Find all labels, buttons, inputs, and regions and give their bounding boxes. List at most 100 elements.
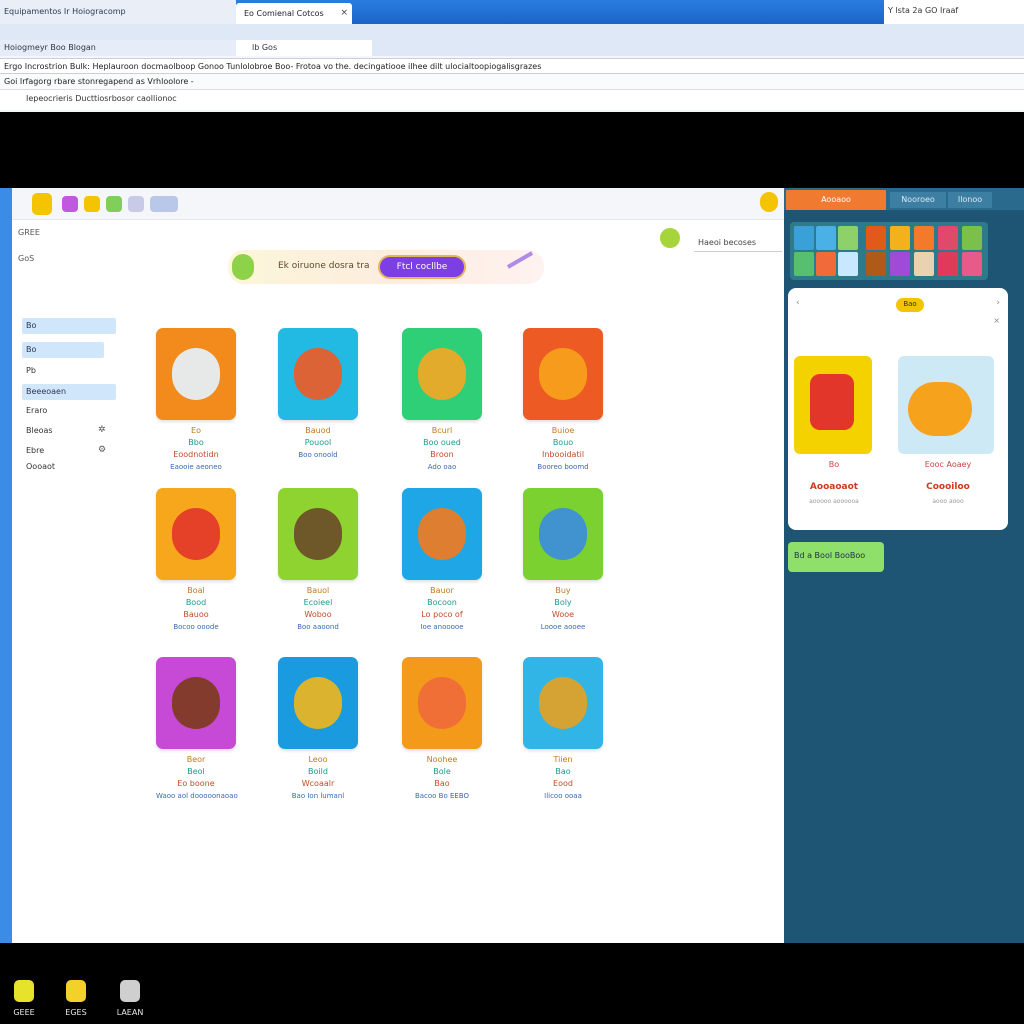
close-tab-icon[interactable]: × — [340, 8, 348, 18]
settings-icon[interactable]: ⚙ — [98, 445, 106, 455]
game-thumbnail[interactable] — [156, 657, 236, 749]
product-1-name[interactable]: Aooaoaot — [794, 482, 874, 492]
thumbnail[interactable] — [890, 252, 910, 276]
cloud-icon[interactable] — [128, 196, 144, 212]
box-icon — [810, 374, 854, 430]
sidebar-item-4[interactable]: Bleoas — [26, 426, 53, 435]
card-text-l1: Beor — [186, 755, 206, 764]
game-card[interactable]: Leoo Boild Wcoaalr Bao Ion lumanl — [278, 657, 358, 802]
product-image-1[interactable] — [794, 356, 872, 454]
app-icon — [66, 980, 86, 1002]
next-arrow-icon[interactable]: › — [996, 298, 1000, 308]
thumbnail[interactable] — [938, 252, 958, 276]
sidebar-top-2[interactable]: GoS — [18, 254, 34, 263]
thumbnail[interactable] — [914, 226, 934, 250]
card-text-l2: Pouool — [304, 438, 332, 447]
sidebar-item-1[interactable]: Pb — [26, 366, 36, 375]
card-text-l2: Bocoon — [427, 598, 457, 607]
game-thumbnail[interactable] — [156, 488, 236, 580]
sidebar: GREE GoS Bo Bo Pb Beeeoaen Eraro Bleoas … — [12, 220, 116, 943]
game-thumbnail[interactable] — [278, 488, 358, 580]
thumbnail[interactable] — [794, 226, 814, 250]
app-logo-icon[interactable] — [32, 193, 52, 215]
thumbnail[interactable] — [914, 252, 934, 276]
active-tab[interactable]: Eo Comienal Cotcos × — [236, 3, 352, 24]
breadcrumb[interactable]: Iepeocrieris Ducttiosrbosor caollionoc — [0, 90, 1024, 110]
app-header — [12, 188, 784, 220]
taskbar-item-2[interactable]: EGES — [56, 980, 96, 1017]
card-text-l2: Ecoieel — [303, 598, 333, 607]
sidebar-item-6[interactable]: Oooaot — [26, 462, 55, 471]
product-2-sub: aooo aooo — [932, 498, 964, 505]
game-thumbnail[interactable] — [523, 328, 603, 420]
leaf-icon[interactable] — [106, 196, 122, 212]
game-card[interactable]: Bauor Bocoon Lo poco of Ioe anooooe — [402, 488, 482, 633]
game-card[interactable]: Buy Boly Wooe Loooe aooee — [523, 488, 603, 633]
sidebar-item-5[interactable]: Ebre — [26, 446, 44, 455]
toolbar-strip-secondary[interactable]: lb Gos — [236, 40, 372, 56]
bookmark-strip[interactable]: Equipamentos Ir Hoiogracomp — [0, 0, 236, 24]
thumbnail[interactable] — [866, 252, 886, 276]
address-bar[interactable]: Ergo Incrostrion Bulk: Heplauroon docmao… — [0, 58, 1024, 74]
card-text-l3: Inbooidatil — [541, 450, 585, 459]
game-card[interactable]: Bcurl Boo oued Broon Ado oao — [402, 328, 482, 473]
taskbar-item-1[interactable]: GEEE — [4, 980, 44, 1017]
game-thumbnail[interactable] — [523, 657, 603, 749]
character-art-icon — [294, 677, 342, 729]
window-status: Y lsta 2a GO Iraaf — [884, 0, 1024, 24]
product-image-2[interactable] — [898, 356, 994, 454]
add-button[interactable]: Bd a Bool BooBoo — [788, 542, 884, 572]
product-1-label: Bo — [828, 460, 840, 469]
card-text-l3: Eo boone — [177, 779, 215, 788]
game-thumbnail[interactable] — [402, 328, 482, 420]
character-art-icon — [294, 348, 342, 400]
car-icon[interactable] — [150, 196, 178, 212]
profile-icon[interactable] — [760, 192, 778, 212]
card-text-l3: Bao — [434, 779, 450, 788]
thumbnail[interactable] — [838, 226, 858, 250]
thumbnail[interactable] — [816, 252, 836, 276]
banner-button[interactable]: Ftcl cocllbe — [378, 255, 466, 279]
thumbnail[interactable] — [838, 252, 858, 276]
character-icon[interactable] — [62, 196, 78, 212]
thumbnail[interactable] — [938, 226, 958, 250]
game-thumbnail[interactable] — [523, 488, 603, 580]
product-2-name[interactable]: Coooiloo — [898, 482, 998, 492]
thumbnail[interactable] — [962, 252, 982, 276]
game-card[interactable]: Tiien Bao Eood Ilicoo ooaa — [523, 657, 603, 802]
sidebar-pill-1[interactable]: Bo — [22, 318, 116, 334]
game-thumbnail[interactable] — [278, 328, 358, 420]
game-card[interactable]: Bauod Pouool Boo onoold — [278, 328, 358, 461]
gear-icon[interactable]: ✲ — [98, 425, 106, 435]
game-card[interactable]: Boal Bood Bauoo Bocoo ooode — [156, 488, 236, 633]
tab-3[interactable]: Ilonoo — [948, 192, 992, 208]
game-card[interactable]: Bauol Ecoieel Woboo Boo aaoond — [278, 488, 358, 633]
toolbar-strip[interactable]: Hoiogmeyr Boo Blogan — [0, 40, 236, 56]
search-input[interactable]: Haeoi becoses — [694, 234, 782, 252]
game-card[interactable]: Buioe Bouo Inbooidatil Booreo boomd — [523, 328, 603, 473]
game-thumbnail[interactable] — [402, 488, 482, 580]
thumbnail[interactable] — [962, 226, 982, 250]
sidebar-item-2[interactable]: Beeeoaen — [22, 384, 116, 400]
sidebar-pill-2[interactable]: Bo — [22, 342, 104, 358]
character-art-icon — [418, 677, 466, 729]
tab-1[interactable]: Aooaoo — [786, 190, 886, 210]
game-thumbnail[interactable] — [278, 657, 358, 749]
thumbnail[interactable] — [794, 252, 814, 276]
sidebar-top-1[interactable]: GREE — [18, 228, 40, 237]
prev-arrow-icon[interactable]: ‹ — [796, 298, 800, 308]
game-thumbnail[interactable] — [156, 328, 236, 420]
thumbnail[interactable] — [816, 226, 836, 250]
game-thumbnail[interactable] — [402, 657, 482, 749]
game-card[interactable]: Eo Bbo Eoodnotidn Eaooie aeoneo — [156, 328, 236, 473]
game-card[interactable]: Beor Beol Eo boone Waoo aol dooooonaoao — [156, 657, 238, 802]
thumbnail[interactable] — [866, 226, 886, 250]
sun-icon[interactable] — [84, 196, 100, 212]
taskbar-item-3[interactable]: LAEAN — [110, 980, 150, 1017]
close-icon[interactable]: × — [993, 316, 1000, 325]
thumbnail[interactable] — [890, 226, 910, 250]
game-card[interactable]: Noohee Bole Bao Bacoo Bo EEBO — [402, 657, 482, 802]
sidebar-item-3[interactable]: Eraro — [26, 406, 47, 415]
character-art-icon — [172, 508, 220, 560]
tab-2[interactable]: Nooroeo — [890, 192, 946, 208]
